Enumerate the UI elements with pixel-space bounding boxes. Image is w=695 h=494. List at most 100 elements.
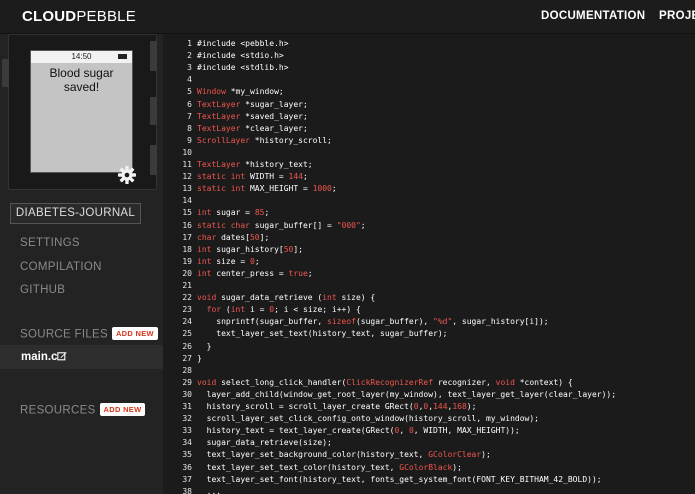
code-text: int sugar = 85; (197, 208, 270, 218)
line-number: 2 (187, 51, 192, 61)
line-number: 12 (182, 172, 192, 182)
gear-icon[interactable] (117, 165, 137, 185)
code-line[interactable]: 34 sugar_data_retrieve(size); (163, 437, 695, 449)
code-line[interactable]: 29 void select_long_click_handler(ClickRe… (163, 377, 695, 389)
line-number: 37 (182, 474, 192, 484)
sidebar-item-compilation[interactable]: COMPILATION (20, 261, 102, 273)
emulator-back-button[interactable] (2, 59, 9, 87)
code-line[interactable]: 25 text_layer_set_text(history_text, sug… (163, 328, 695, 340)
code-text: void sugar_data_retrieve (int size) { (197, 293, 376, 303)
code-line[interactable]: 4 (163, 74, 695, 86)
line-number: 9 (187, 135, 192, 145)
code-line[interactable]: 3 #include <stdlib.h> (163, 62, 695, 74)
file-name: main.c (21, 351, 58, 363)
line-number: 33 (182, 426, 192, 436)
code-text: #include <pebble.h> (197, 39, 289, 48)
code-text: text_layer_set_text(history_text, sugar_… (197, 329, 448, 339)
code-text: void select_long_click_handler(ClickReco… (197, 377, 573, 387)
code-line[interactable]: 11 TextLayer *history_text; (163, 159, 695, 171)
code-line[interactable]: 19 int size = 0; (163, 256, 695, 268)
line-number: 31 (182, 402, 192, 411)
project-name-button[interactable]: DIABETES-JOURNAL (10, 203, 141, 224)
line-number: 24 (182, 317, 192, 327)
pebble-emulator[interactable]: 14:50 Blood sugar saved! (2, 34, 157, 190)
code-line[interactable]: 13 static int MAX_HEIGHT = 1000; (163, 183, 695, 195)
line-number: 3 (187, 63, 192, 73)
code-line[interactable]: 28 (163, 365, 695, 377)
code-line[interactable]: 26 } (163, 341, 695, 353)
code-line[interactable]: 21 (163, 280, 695, 292)
code-line[interactable]: 27} (163, 353, 695, 365)
line-number: 4 (187, 75, 192, 85)
code-line[interactable]: 38 ... (163, 486, 695, 494)
line-number: 18 (182, 244, 192, 254)
cloudpebble-logo[interactable]: CLOUDPEBBLE (22, 8, 136, 25)
code-line[interactable]: 20 int center_press = true; (163, 268, 695, 280)
code-line[interactable]: 24 snprintf(sugar_buffer, sizeof(sugar_b… (163, 316, 695, 328)
code-line[interactable]: 10 (163, 147, 695, 159)
line-number: 8 (187, 123, 192, 133)
emulator-down-button[interactable] (150, 145, 157, 175)
emulator-time: 14:50 (71, 52, 92, 61)
code-editor[interactable]: 1 #include <pebble.h> 2 #include <stdio.h> 3… (163, 34, 695, 494)
code-line[interactable]: 2 #include <stdio.h> (163, 50, 695, 62)
logo-strong: CLOUD (22, 8, 77, 25)
code-line[interactable]: 30 layer_add_child(window_get_root_layer… (163, 389, 695, 401)
code-line[interactable]: 6 TextLayer *sugar_layer; (163, 99, 695, 111)
code-line[interactable]: 22 void sugar_data_retrieve (int size) { (163, 292, 695, 304)
code-line[interactable]: 8 TextLayer *clear_layer; (163, 123, 695, 135)
code-line[interactable]: 1 #include <pebble.h> (163, 38, 695, 50)
code-text: static int WIDTH = 144; (197, 172, 308, 182)
code-text: TextLayer *sugar_layer; (197, 99, 308, 109)
code-text: sugar_data_retrieve(size); (197, 438, 332, 448)
code-text: char dates[50]; (197, 232, 270, 242)
code-text: #include <stdio.h> (197, 51, 284, 61)
line-number: 15 (182, 208, 192, 218)
code-text: for (int i = 0; i < size; i++) { (206, 305, 361, 315)
sidebar-item-github[interactable]: GITHUB (20, 284, 65, 296)
edit-icon[interactable] (57, 351, 67, 361)
code-line[interactable]: 12 static int WIDTH = 144; (163, 171, 695, 183)
emulator-status-bar: 14:50 (31, 51, 132, 63)
code-line[interactable]: 37 text_layer_set_font(history_text, fon… (163, 474, 695, 486)
code-line[interactable]: 23 for (int i = 0; i < size; i++) { (163, 304, 695, 316)
battery-icon (118, 54, 127, 59)
sidebar-item-settings[interactable]: SETTINGS (20, 237, 80, 249)
code-text: int size = 0; (197, 256, 260, 266)
code-line[interactable]: 18 int sugar_history[50]; (163, 244, 695, 256)
code-line[interactable]: 14 (163, 195, 695, 207)
code-text: } (197, 341, 212, 351)
line-number: 38 (182, 486, 192, 494)
source-files-title: SOURCE FILES (20, 328, 108, 341)
emulator-up-button[interactable] (150, 41, 157, 71)
code-text: text_layer_set_background_color(history_… (197, 450, 491, 460)
line-number: 13 (182, 184, 192, 194)
code-line[interactable]: 31 history_scroll = scroll_layer_create … (163, 401, 695, 413)
code-text: ... (197, 486, 222, 494)
emulator-select-button[interactable] (150, 97, 157, 125)
add-resource-button[interactable]: ADD NEW (99, 403, 146, 416)
line-number: 27 (182, 353, 192, 363)
code-line[interactable]: 33 history_text = text_layer_create(GRec… (163, 425, 695, 437)
code-line[interactable]: 5 Window *my_window; (163, 86, 695, 98)
code-line[interactable]: 16 static char sugar_buffer[] = "000"; (163, 220, 695, 232)
line-number: 25 (182, 329, 192, 339)
code-line[interactable]: 15 int sugar = 85; (163, 207, 695, 219)
line-number: 5 (187, 87, 192, 97)
line-number: 34 (182, 438, 192, 448)
resources-title: RESOURCES (20, 404, 96, 417)
code-line[interactable]: 7 TextLayer *saved_layer; (163, 111, 695, 123)
file-item-main-c[interactable]: main.c (0, 345, 163, 369)
code-text: } (197, 353, 202, 363)
code-line[interactable]: 32 scroll_layer_set_click_config_onto_wi… (163, 413, 695, 425)
code-line[interactable]: 35 text_layer_set_background_color(histo… (163, 449, 695, 461)
code-line[interactable]: 9 ScrollLayer *history_scroll; (163, 135, 695, 147)
line-number: 21 (182, 281, 192, 290)
code-text: snprintf(sugar_buffer, sizeof(sugar_buff… (197, 317, 549, 327)
code-line[interactable]: 17 char dates[50]; (163, 232, 695, 244)
nav-projects[interactable]: PROJE (659, 10, 695, 22)
emulator-message: Blood sugar saved! (49, 66, 114, 94)
add-source-file-button[interactable]: ADD NEW (111, 327, 158, 340)
nav-documentation[interactable]: DOCUMENTATION (541, 10, 645, 22)
code-line[interactable]: 36 text_layer_set_text_color(history_tex… (163, 462, 695, 474)
